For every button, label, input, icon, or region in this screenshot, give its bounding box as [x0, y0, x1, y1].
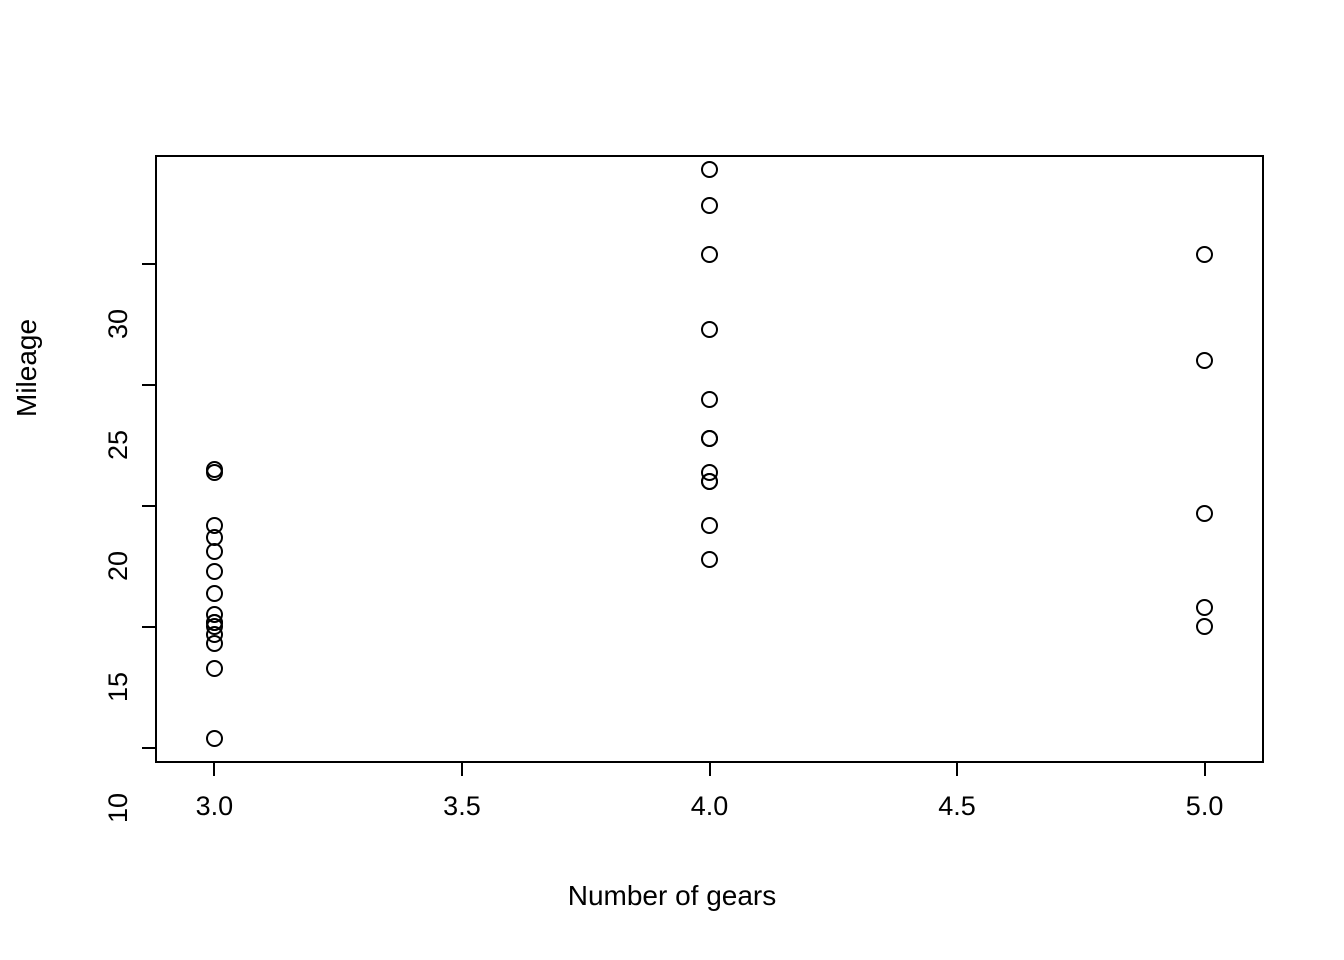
- chart-canvas: 3.0 3.5 4.0 4.5 5.0 10 15 20 25 30 Number of gea…: [0, 0, 1344, 960]
- data-point: [701, 245, 718, 263]
- y-axis-tick: [142, 383, 155, 386]
- data-point: [205, 635, 223, 653]
- data-point: [205, 584, 223, 602]
- data-point: [205, 562, 223, 580]
- y-axis-tick: [142, 746, 155, 749]
- x-axis-tick: [213, 763, 216, 776]
- data-point: [701, 390, 718, 408]
- plot-area: [155, 155, 1264, 763]
- y-axis-tick: [142, 504, 155, 507]
- data-point: [701, 161, 718, 179]
- y-axis-tick: [142, 262, 155, 265]
- data-point: [205, 659, 223, 677]
- data-point: [1196, 504, 1214, 522]
- y-axis-tick-label: 20: [103, 550, 133, 581]
- y-axis-tick-label: 25: [103, 429, 133, 460]
- y-axis-tick-label: 30: [103, 308, 133, 339]
- y-axis-tick-label: 10: [103, 792, 133, 824]
- x-axis-title: Number of gears: [567, 880, 777, 911]
- data-point: [1196, 618, 1214, 636]
- data-point: [701, 320, 718, 338]
- x-axis-tick-label: 4.5: [938, 791, 976, 821]
- data-point: [205, 543, 223, 561]
- y-axis-tick: [142, 625, 155, 628]
- data-point: [701, 516, 718, 534]
- data-point: [701, 473, 718, 491]
- x-axis-tick: [708, 763, 711, 776]
- x-axis-tick: [1203, 763, 1206, 776]
- data-point: [1196, 245, 1214, 263]
- x-axis-tick-label: 3.0: [195, 791, 234, 821]
- y-axis-title: Mileage: [11, 318, 42, 417]
- data-point: [205, 463, 223, 481]
- y-axis-tick-label: 15: [103, 671, 133, 702]
- data-point: [701, 197, 718, 215]
- x-axis-tick: [956, 763, 959, 776]
- data-point: [1196, 599, 1214, 617]
- x-axis-tick-label: 3.5: [443, 791, 481, 821]
- data-point: [701, 429, 718, 447]
- x-axis-tick-label: 4.0: [690, 791, 729, 821]
- data-point: [205, 729, 223, 747]
- x-axis-tick-label: 5.0: [1185, 791, 1224, 821]
- data-point: [701, 550, 718, 568]
- x-axis-tick: [460, 763, 463, 776]
- data-point: [1196, 352, 1214, 370]
